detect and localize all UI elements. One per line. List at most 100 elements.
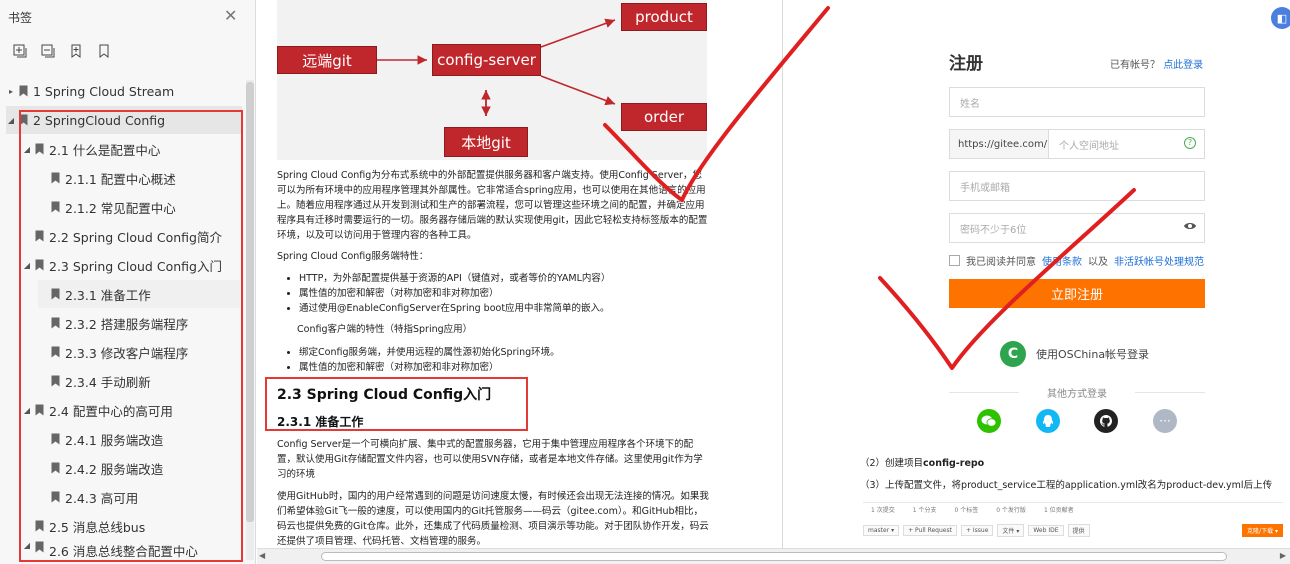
inactive-policy-link[interactable]: 非活跃帐号处理规范 <box>1114 253 1204 268</box>
pull-request-button[interactable]: + Pull Request <box>903 524 957 536</box>
list-item: 绑定Config服务端，并使用远程的属性源初始化Spring环境。 <box>299 345 709 360</box>
bookmark-item[interactable]: 2.1.2 常见配置中心 <box>38 193 242 221</box>
bookmark-label: 2.3.1 准备工作 <box>65 287 151 303</box>
collapse-arrow-icon[interactable]: ◢ <box>22 541 32 550</box>
bookmark-label: 2.3.2 搭建服务端程序 <box>65 316 189 332</box>
bookmark-item[interactable]: 2.4.3 高可用 <box>38 483 242 511</box>
server-features-title: Spring Cloud Config服务端特性： <box>277 251 429 262</box>
bookmark-item[interactable]: ◢ 2.3 Spring Cloud Config入门 <box>22 251 242 279</box>
bookmark-item[interactable]: 2.5 消息总线bus <box>22 512 242 540</box>
close-icon[interactable]: ✕ <box>224 8 237 24</box>
wechat-icon[interactable] <box>977 409 1001 433</box>
agree-row: 我已阅读并同意 使用条款 以及 非活跃帐号处理规范 <box>949 253 1204 268</box>
oschina-label: 使用OSChina帐号登录 <box>1036 348 1150 361</box>
oschina-login[interactable]: C 使用OSChina帐号登录 <box>1000 341 1149 367</box>
help-icon[interactable]: ? <box>1184 137 1196 149</box>
expand-all-icon[interactable] <box>12 43 28 59</box>
collapse-arrow-icon[interactable]: ◢ <box>22 145 32 154</box>
config-server-box: config-server <box>432 44 541 76</box>
order-box: order <box>621 103 707 131</box>
bookmark-icon <box>35 143 44 155</box>
paragraph: Spring Cloud Config为分布式系统中的外部配置提供服务器和客户端… <box>277 170 708 241</box>
branch-select[interactable]: master ▾ <box>863 524 900 536</box>
add-bookmark-icon[interactable] <box>68 43 84 59</box>
expand-arrow-icon[interactable]: ▸ <box>6 87 16 96</box>
url-prefix: https://gitee.com/ <box>949 129 1049 159</box>
bookmark-label: 2.3 Spring Cloud Config入门 <box>49 258 222 274</box>
collapse-arrow-icon[interactable]: ◢ <box>6 116 16 125</box>
bookmark-label: 2.6 消息总线整合配置中心 <box>49 544 198 559</box>
local-git-box: 本地git <box>444 127 528 157</box>
bookmark-icon <box>19 85 28 97</box>
collapse-all-icon[interactable] <box>40 43 56 59</box>
horizontal-scrollbar[interactable]: ◀ ▶ <box>257 548 1290 564</box>
file-menu[interactable]: 文件 ▾ <box>997 523 1025 537</box>
bookmark-item[interactable]: ◢ 2.6 消息总线整合配置中心 <box>22 541 242 561</box>
bookmark-label: 2.4.3 高可用 <box>65 490 139 506</box>
panel-title: 书签 <box>8 11 33 25</box>
phone-email-input[interactable]: 手机或邮箱 <box>949 171 1205 201</box>
bookmark-icon <box>19 114 28 126</box>
scrollbar-thumb[interactable] <box>246 82 254 522</box>
login-link[interactable]: 点此登录 <box>1163 60 1203 71</box>
agree-checkbox[interactable] <box>949 255 960 266</box>
repo-toolbar: master ▾ + Pull Request + Issue 文件 ▾ Web… <box>863 522 1283 538</box>
bookmark-item[interactable]: 2.3.3 修改客户端程序 <box>38 338 242 366</box>
collapse-arrow-icon[interactable]: ◢ <box>22 261 32 270</box>
bookmark-item-current[interactable]: 2.3.1 准备工作 <box>38 280 240 308</box>
paragraph: 使用GitHub时，国内的用户经常遇到的问题是访问速度太慢，有时候还会出现无法连… <box>277 491 709 547</box>
section-heading: 2.3 Spring Cloud Config入门 <box>277 387 492 403</box>
bookmark-item[interactable]: ◢ 2 SpringCloud Config <box>6 106 242 134</box>
have-account-text: 已有帐号？ <box>1110 60 1160 71</box>
collapse-arrow-icon[interactable]: ◢ <box>22 406 32 415</box>
architecture-diagram: 远端git config-server 本地git product order <box>277 0 707 160</box>
namespace-input[interactable]: 个人空间地址 <box>1049 129 1205 159</box>
repo-stat: 1 次提交 <box>871 507 895 514</box>
bookmark-label: 2.5 消息总线bus <box>49 519 146 535</box>
bookmark-icon <box>51 346 60 358</box>
bookmark-item[interactable]: 2.4.1 服务端改造 <box>38 425 242 453</box>
bookmark-item[interactable]: 2.4.2 服务端改造 <box>38 454 242 482</box>
more-icon[interactable]: ··· <box>1153 409 1177 433</box>
bookmark-item[interactable]: 2.3.2 搭建服务端程序 <box>38 309 242 337</box>
repo-stat: 0 个标签 <box>954 507 979 514</box>
bookmark-icon <box>51 172 60 184</box>
password-input[interactable]: 密码不少于6位 <box>949 213 1205 243</box>
qq-icon[interactable] <box>1036 409 1060 433</box>
bookmark-label: 2 SpringCloud Config <box>33 112 166 128</box>
list-item: HTTP，为外部配置提供基于资源的API（键值对，或者等价的YAML内容） <box>299 271 709 286</box>
agree-and: 以及 <box>1088 257 1108 268</box>
scroll-left-icon[interactable]: ◀ <box>259 551 265 560</box>
github-icon[interactable] <box>1094 409 1118 433</box>
bookmark-item[interactable]: ▸ 1 Spring Cloud Stream <box>6 77 244 105</box>
bookmark-item[interactable]: ◢ 2.4 配置中心的高可用 <box>22 396 242 424</box>
scrollbar-thumb[interactable] <box>321 552 1227 561</box>
bookmark-item[interactable]: 2.2 Spring Cloud Config简介 <box>22 222 242 250</box>
list-item: 属性值的加密和解密（对称加密和非对称加密） <box>299 286 709 301</box>
bookmark-item[interactable]: 2.1.1 配置中心概述 <box>38 164 242 192</box>
bookmark-icon <box>51 317 60 329</box>
bookmark-item[interactable]: ◢ 2.1 什么是配置中心 <box>22 135 242 163</box>
clone-download-button[interactable]: 克隆/下载 ▾ <box>1242 523 1283 537</box>
bookmark-icon <box>51 288 60 300</box>
app-corner-icon[interactable]: ◧ <box>1271 7 1290 29</box>
bookmark-icon[interactable] <box>96 43 112 59</box>
eye-icon[interactable] <box>1183 220 1197 230</box>
terms-link[interactable]: 使用条款 <box>1042 253 1082 268</box>
bookmark-label: 2.4 配置中心的高可用 <box>49 403 173 419</box>
issue-button[interactable]: + Issue <box>960 524 994 536</box>
scroll-right-icon[interactable]: ▶ <box>1280 551 1286 560</box>
web-ide-button[interactable]: Web IDE <box>1028 524 1064 536</box>
client-features-title: Config客户端的特性（特指Spring应用） <box>297 324 473 335</box>
bookmark-item[interactable]: 2.3.4 手动刷新 <box>38 367 242 395</box>
sidebar-scrollbar[interactable] <box>246 80 254 560</box>
bookmark-icon <box>51 433 60 445</box>
provide-button[interactable]: 提供 <box>1067 523 1090 537</box>
bookmark-icon <box>35 230 44 242</box>
product-box: product <box>621 3 707 31</box>
server-features-list: HTTP，为外部配置提供基于资源的API（键值对，或者等价的YAML内容） 属性… <box>277 271 709 316</box>
agree-text: 我已阅读并同意 <box>966 257 1036 268</box>
register-button[interactable]: 立即注册 <box>949 279 1205 308</box>
bookmark-icon <box>35 520 44 532</box>
name-input[interactable]: 姓名 <box>949 87 1205 117</box>
